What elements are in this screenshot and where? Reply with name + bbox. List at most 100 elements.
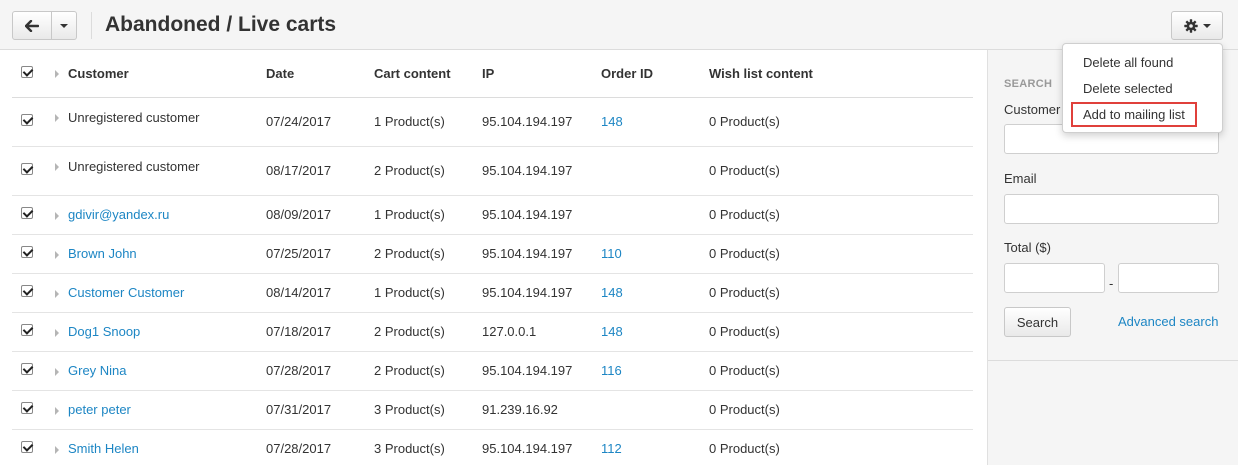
cart-date: 07/25/2017	[266, 234, 374, 274]
customer-link[interactable]: Dog1 Snoop	[68, 324, 140, 339]
row-checkbox[interactable]	[21, 441, 33, 453]
back-button[interactable]	[12, 11, 52, 40]
row-checkbox[interactable]	[21, 324, 33, 336]
total-to-input[interactable]	[1118, 263, 1219, 293]
customer-link[interactable]: gdivir@yandex.ru	[68, 207, 169, 222]
cart-content: 2 Product(s)	[374, 351, 482, 391]
triangle-right-icon[interactable]	[55, 367, 59, 376]
email-input[interactable]	[1004, 194, 1219, 224]
cart-date: 08/17/2017	[266, 146, 374, 196]
order-id-link[interactable]: 110	[601, 246, 622, 261]
menu-item-delete-selected[interactable]: Delete selected	[1083, 81, 1173, 96]
cart-content: 3 Product(s)	[374, 390, 482, 430]
customer-link[interactable]: peter peter	[68, 402, 131, 417]
order-id-link[interactable]: 148	[601, 285, 623, 300]
column-header-cart-content: Cart content	[374, 50, 482, 98]
carts-content: Customer Date Cart content IP Order ID W…	[0, 50, 987, 465]
table-row: gdivir@yandex.ru 08/09/2017 1 Product(s)…	[12, 195, 973, 235]
order-id-link[interactable]: 148	[601, 324, 623, 339]
gear-icon	[1183, 18, 1198, 33]
menu-item-delete-all-found[interactable]: Delete all found	[1083, 55, 1173, 70]
customer-name: Unregistered customer	[68, 109, 200, 125]
cart-ip: 95.104.194.197	[482, 429, 601, 465]
email-label: Email	[1004, 171, 1037, 186]
cart-content: 3 Product(s)	[374, 429, 482, 465]
triangle-right-icon[interactable]	[55, 250, 59, 259]
cart-content: 2 Product(s)	[374, 312, 482, 352]
row-checkbox[interactable]	[21, 246, 33, 258]
page-title: Abandoned / Live carts	[105, 13, 337, 36]
cart-ip: 95.104.194.197	[482, 195, 601, 235]
column-header-date: Date	[266, 50, 374, 98]
cart-ip: 95.104.194.197	[482, 146, 601, 196]
customer-link[interactable]: Smith Helen	[68, 441, 139, 456]
cart-date: 07/28/2017	[266, 351, 374, 391]
cart-date: 08/09/2017	[266, 195, 374, 235]
cart-date: 07/18/2017	[266, 312, 374, 352]
header-divider	[91, 12, 92, 39]
triangle-right-icon[interactable]	[55, 289, 59, 298]
cart-date: 08/14/2017	[266, 273, 374, 313]
customer-link[interactable]: Customer Customer	[68, 285, 184, 300]
table-row: Brown John 07/25/2017 2 Product(s) 95.10…	[12, 234, 973, 274]
settings-menu-button[interactable]	[1171, 11, 1223, 40]
cart-ip: 95.104.194.197	[482, 234, 601, 274]
total-label: Total ($)	[1004, 240, 1051, 255]
wishlist-content: 0 Product(s)	[709, 312, 973, 352]
table-row: peter peter 07/31/2017 3 Product(s) 91.2…	[12, 390, 973, 430]
order-id-link[interactable]: 112	[601, 441, 622, 456]
row-checkbox[interactable]	[21, 114, 33, 126]
search-button[interactable]: Search	[1004, 307, 1071, 337]
customer-label: Customer	[1004, 102, 1061, 117]
order-id-link[interactable]: 116	[601, 363, 622, 378]
customer-name: Unregistered customer	[68, 158, 200, 174]
arrow-left-icon	[25, 19, 39, 32]
wishlist-content: 0 Product(s)	[709, 97, 973, 147]
customer-link[interactable]: Brown John	[68, 246, 137, 261]
row-checkbox[interactable]	[21, 207, 33, 219]
cart-content: 1 Product(s)	[374, 195, 482, 235]
advanced-search-link[interactable]: Advanced search	[1118, 314, 1218, 329]
cart-content: 2 Product(s)	[374, 146, 482, 196]
triangle-right-icon[interactable]	[55, 114, 59, 123]
carts-table: Customer Date Cart content IP Order ID W…	[12, 50, 973, 465]
page-header: Abandoned / Live carts	[0, 0, 1238, 50]
table-header-row: Customer Date Cart content IP Order ID W…	[12, 50, 973, 98]
sidebar-divider	[988, 360, 1238, 361]
search-section-title: SEARCH	[1004, 78, 1053, 90]
column-header-order-id: Order ID	[601, 50, 709, 98]
total-from-input[interactable]	[1004, 263, 1105, 293]
range-dash: -	[1109, 276, 1114, 291]
triangle-right-icon[interactable]	[55, 70, 59, 79]
highlight-box	[1071, 102, 1197, 127]
cart-ip: 127.0.0.1	[482, 312, 601, 352]
row-checkbox[interactable]	[21, 163, 33, 175]
order-id-link[interactable]: 148	[601, 114, 623, 129]
cart-date: 07/28/2017	[266, 429, 374, 465]
cart-ip: 91.239.16.92	[482, 390, 601, 430]
wishlist-content: 0 Product(s)	[709, 195, 973, 235]
table-row: Grey Nina 07/28/2017 2 Product(s) 95.104…	[12, 351, 973, 391]
cart-ip: 95.104.194.197	[482, 273, 601, 313]
table-row: Dog1 Snoop 07/18/2017 2 Product(s) 127.0…	[12, 312, 973, 352]
back-menu-button[interactable]	[52, 11, 77, 40]
back-button-group	[12, 11, 77, 40]
select-all-checkbox[interactable]	[21, 65, 33, 78]
row-checkbox[interactable]	[21, 285, 33, 297]
triangle-right-icon[interactable]	[55, 211, 59, 220]
customer-link[interactable]: Grey Nina	[68, 363, 127, 378]
table-row: Unregistered customer 08/17/2017 2 Produ…	[12, 146, 973, 196]
cart-ip: 95.104.194.197	[482, 351, 601, 391]
triangle-right-icon[interactable]	[55, 406, 59, 415]
triangle-right-icon[interactable]	[55, 445, 59, 454]
caret-down-icon	[60, 23, 68, 28]
wishlist-content: 0 Product(s)	[709, 273, 973, 313]
triangle-right-icon[interactable]	[55, 328, 59, 337]
row-checkbox[interactable]	[21, 363, 33, 375]
column-header-customer[interactable]: Customer	[68, 66, 129, 81]
triangle-right-icon[interactable]	[55, 163, 59, 172]
cart-content: 1 Product(s)	[374, 273, 482, 313]
wishlist-content: 0 Product(s)	[709, 351, 973, 391]
row-checkbox[interactable]	[21, 402, 33, 414]
column-header-ip: IP	[482, 50, 601, 98]
